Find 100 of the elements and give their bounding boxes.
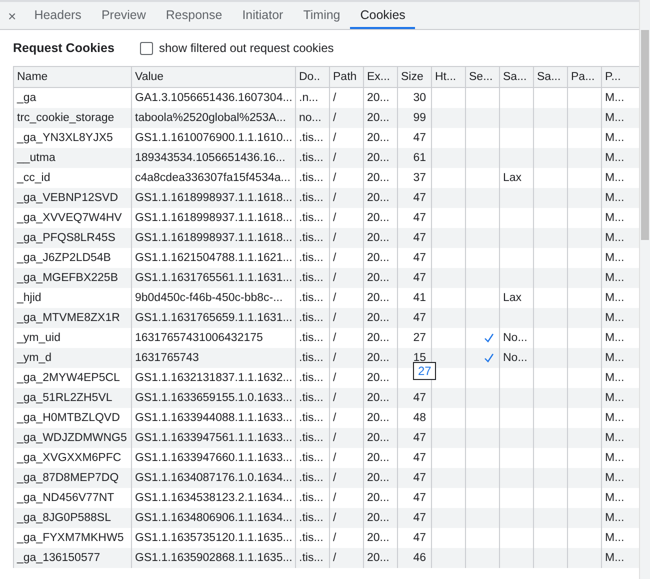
table-cell: Lax xyxy=(503,172,522,184)
table-cell: Lax xyxy=(503,292,522,304)
table-cell-text: M... xyxy=(604,271,626,286)
table-cell: / xyxy=(330,308,364,328)
table-cell: _ga_MTVME8ZX1R xyxy=(14,308,132,328)
table-cell: / xyxy=(330,508,364,528)
table-cell: GS1.1.1634087176.1.0.1634... xyxy=(132,468,296,488)
table-cell: 1631765743 xyxy=(132,348,296,368)
table-cell: / xyxy=(330,268,364,288)
tab[interactable]: Preview xyxy=(91,2,156,29)
table-cell: GS1.1.1635902868.1.1.1635... xyxy=(132,548,296,568)
table-cell: 20... xyxy=(364,428,398,448)
table-cell: / xyxy=(330,428,364,448)
column-header[interactable]: Size xyxy=(398,67,432,87)
table-cell: 47 xyxy=(398,188,432,208)
table-cell-text: M... xyxy=(604,111,626,126)
table-cell: 47 xyxy=(398,268,432,288)
table-cell: __utma xyxy=(14,148,132,168)
table-cell: / xyxy=(330,228,364,248)
table-cell: / xyxy=(330,348,364,368)
column-header[interactable]: Ex... xyxy=(364,67,398,87)
column-header[interactable]: Sa... xyxy=(500,67,534,87)
column-header[interactable]: Pa... xyxy=(568,67,602,87)
table-cell: 47 xyxy=(398,228,432,248)
table-cell: .tis... xyxy=(296,308,330,328)
table-cell: _ga_WDJZDMWNG5 xyxy=(14,428,132,448)
table-cell: .tis... xyxy=(296,228,330,248)
table-cell: 20... xyxy=(364,388,398,408)
table-cell-text: M... xyxy=(604,411,626,426)
table-cell: 47 xyxy=(398,468,432,488)
table-cell-text: M... xyxy=(604,531,626,546)
table-cell-text: M... xyxy=(604,311,626,326)
table-cell: 61 xyxy=(398,148,432,168)
table-cell: trc_cookie_storage xyxy=(14,108,132,128)
table-cell-text: M... xyxy=(604,331,626,346)
column-header[interactable]: Sa... xyxy=(534,67,568,87)
table-cell-text: M... xyxy=(604,511,626,526)
table-cell-text: M... xyxy=(604,191,626,206)
table-cell: 46 xyxy=(398,548,432,568)
tab[interactable]: Response xyxy=(156,2,232,29)
tab[interactable]: Headers xyxy=(24,2,92,29)
table-cell-text: M... xyxy=(604,251,626,266)
table-cell: 20... xyxy=(364,268,398,288)
table-cell: _ga_8JG0P588SL xyxy=(14,508,132,528)
table-cell-text: M... xyxy=(604,91,626,106)
table-cell: 47 xyxy=(398,308,432,328)
column-header[interactable]: Ht... xyxy=(432,67,466,87)
table-cell-text: M... xyxy=(604,231,626,246)
checkbox-label[interactable]: show filtered out request cookies xyxy=(159,41,334,55)
table-cell: 20... xyxy=(364,308,398,328)
table-cell: 47 xyxy=(398,388,432,408)
table-cell: .tis... xyxy=(296,268,330,288)
table-cell: .tis... xyxy=(296,468,330,488)
scrollbar-thumb[interactable] xyxy=(641,30,649,240)
table-cell: GS1.1.1631765659.1.1.1631... xyxy=(132,308,296,328)
close-icon[interactable]: × xyxy=(6,2,24,29)
table-cell-text: M... xyxy=(604,551,626,566)
table-cell: GS1.1.1618998937.1.1.1618... xyxy=(132,228,296,248)
column-header[interactable]: P... xyxy=(602,67,636,87)
table-cell: .tis... xyxy=(296,548,330,568)
column-header[interactable]: Name xyxy=(14,67,132,87)
column-header[interactable]: Se... xyxy=(466,67,500,87)
column-header[interactable]: Do.. xyxy=(296,67,330,87)
table-cell-text: M... xyxy=(604,471,626,486)
tab[interactable]: Cookies xyxy=(350,2,416,29)
table-cell: / xyxy=(330,188,364,208)
table-cell: 20... xyxy=(364,228,398,248)
table-cell-text: M... xyxy=(604,211,626,226)
table-cell-text: M... xyxy=(604,491,626,506)
table-cell: 20... xyxy=(364,188,398,208)
table-cell: _ym_d xyxy=(14,348,132,368)
tooltip: 27 xyxy=(413,362,436,380)
table-cell: / xyxy=(330,548,364,568)
table-cell: .tis... xyxy=(296,428,330,448)
table-cell: / xyxy=(330,148,364,168)
table-cell: no... xyxy=(296,108,330,128)
table-cell-text: M... xyxy=(604,431,626,446)
scrollbar[interactable] xyxy=(639,0,650,579)
table-cell: / xyxy=(330,108,364,128)
table-cell: _ga_VEBNP12SVD xyxy=(14,188,132,208)
table-cell: .tis... xyxy=(296,188,330,208)
table-cell: 20... xyxy=(364,348,398,368)
table-cell: GS1.1.1634806906.1.1.1634... xyxy=(132,508,296,528)
table-cell-text: M... xyxy=(604,291,626,306)
table-cell: 20... xyxy=(364,108,398,128)
table-cell: GS1.1.1631765561.1.1.1631... xyxy=(132,268,296,288)
table-cell: / xyxy=(330,388,364,408)
column-header[interactable]: Value xyxy=(132,67,296,87)
checkbox[interactable] xyxy=(140,42,153,54)
table-cell: / xyxy=(330,468,364,488)
table-cell: 20... xyxy=(364,148,398,168)
column-header[interactable]: Path xyxy=(330,67,364,87)
table-cell: 20... xyxy=(364,508,398,528)
table-cell: GS1.1.1618998937.1.1.1618... xyxy=(132,188,296,208)
table-cell: .tis... xyxy=(296,348,330,368)
table-cell: No... xyxy=(503,352,528,364)
table-cell: .tis... xyxy=(296,148,330,168)
tab[interactable]: Timing xyxy=(293,2,350,29)
tab[interactable]: Initiator xyxy=(232,2,294,29)
table-cell: GS1.1.1633659155.1.0.1633... xyxy=(132,388,296,408)
